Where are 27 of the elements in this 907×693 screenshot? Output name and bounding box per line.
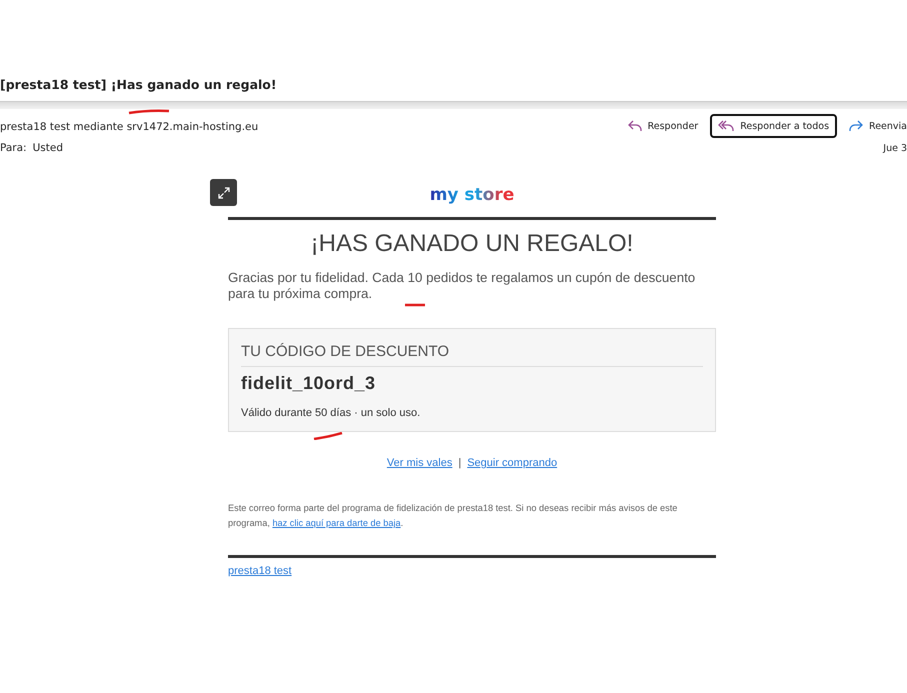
- vouchers-link[interactable]: Ver mis vales: [386, 457, 452, 469]
- expand-button[interactable]: [210, 179, 237, 206]
- reply-button[interactable]: Responder: [620, 114, 706, 138]
- forward-arrow-icon: [849, 120, 864, 132]
- coupon-code: fidelit_10ord_3: [241, 373, 377, 394]
- shop-link[interactable]: presta18 test: [228, 565, 292, 577]
- underline-mark: [404, 302, 426, 307]
- underline-mark: [128, 109, 170, 115]
- footer-text: Este correo forma parte del programa de fidelización de presta18 test. Si no deseas recibir más avisos de este programa, haz clic aquí para darte de baja.: [228, 502, 678, 530]
- email-date: Jue 3: [883, 143, 907, 154]
- continue-shopping-link[interactable]: Seguir comprando: [467, 457, 558, 469]
- sender-line: presta18 test mediante srv1472.main-hosting.eu: [0, 121, 258, 133]
- reply-all-button[interactable]: Responder a todos: [710, 114, 838, 138]
- reply-arrow-icon: [628, 120, 642, 132]
- expand-icon: [218, 186, 230, 198]
- email-subject: [presta18 test] ¡Has ganado un regalo!: [0, 76, 278, 94]
- recipient-name: Usted: [32, 142, 63, 154]
- underline-mark: [313, 432, 343, 440]
- coupon-title: TU CÓDIGO DE DESCUENTO: [241, 343, 703, 367]
- intro-paragraph: Gracias por tu fidelidad. Cada 10 pedidos te regalamos un cupón de descuento para tu próxima compra.: [228, 270, 696, 302]
- reply-all-arrow-icon: [718, 120, 734, 132]
- link-separator: |: [458, 457, 462, 469]
- coupon-validity: Válido durante 50 días · un solo uso.: [241, 407, 422, 419]
- forward-button[interactable]: Reenvia: [841, 114, 907, 138]
- to-label: Para:: [0, 142, 27, 154]
- email-heading: ¡HAS GANADO UN REGALO!: [310, 230, 634, 258]
- unsubscribe-link[interactable]: haz clic aquí para darte de baja: [272, 518, 401, 528]
